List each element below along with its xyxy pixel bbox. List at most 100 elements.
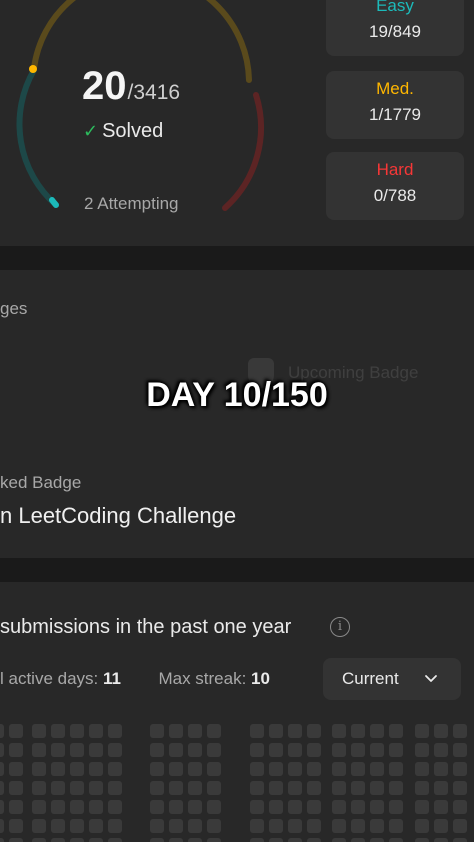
- heatmap-cell[interactable]: [108, 762, 122, 776]
- heatmap-cell[interactable]: [0, 781, 4, 795]
- year-select[interactable]: Current: [323, 658, 461, 700]
- heatmap-cell[interactable]: [389, 743, 403, 757]
- heatmap-cell[interactable]: [51, 819, 65, 833]
- heatmap-cell[interactable]: [150, 724, 164, 738]
- heatmap-cell[interactable]: [307, 838, 321, 842]
- heatmap-cell[interactable]: [250, 819, 264, 833]
- heatmap-cell[interactable]: [307, 781, 321, 795]
- heatmap-cell[interactable]: [0, 724, 4, 738]
- heatmap-cell[interactable]: [188, 838, 202, 842]
- heatmap-cell[interactable]: [0, 743, 4, 757]
- heatmap-cell[interactable]: [89, 724, 103, 738]
- heatmap-cell[interactable]: [207, 724, 221, 738]
- heatmap-cell[interactable]: [70, 743, 84, 757]
- heatmap-cell[interactable]: [288, 743, 302, 757]
- heatmap-cell[interactable]: [169, 743, 183, 757]
- heatmap-cell[interactable]: [250, 838, 264, 842]
- heatmap-cell[interactable]: [288, 781, 302, 795]
- heatmap-cell[interactable]: [207, 819, 221, 833]
- heatmap-cell[interactable]: [9, 743, 23, 757]
- heatmap-cell[interactable]: [70, 800, 84, 814]
- heatmap-cell[interactable]: [269, 743, 283, 757]
- heatmap-cell[interactable]: [453, 781, 467, 795]
- heatmap-cell[interactable]: [307, 800, 321, 814]
- heatmap-cell[interactable]: [415, 743, 429, 757]
- heatmap-cell[interactable]: [453, 743, 467, 757]
- heatmap-cell[interactable]: [70, 762, 84, 776]
- difficulty-hard[interactable]: Hard 0/788: [326, 152, 464, 220]
- heatmap-cell[interactable]: [351, 762, 365, 776]
- heatmap-cell[interactable]: [332, 838, 346, 842]
- heatmap-cell[interactable]: [351, 838, 365, 842]
- heatmap-cell[interactable]: [269, 762, 283, 776]
- heatmap-cell[interactable]: [169, 762, 183, 776]
- heatmap-cell[interactable]: [434, 800, 448, 814]
- heatmap-cell[interactable]: [415, 762, 429, 776]
- heatmap-cell[interactable]: [0, 819, 4, 833]
- heatmap-cell[interactable]: [150, 819, 164, 833]
- heatmap-cell[interactable]: [370, 819, 384, 833]
- heatmap-cell[interactable]: [269, 724, 283, 738]
- heatmap-cell[interactable]: [0, 800, 4, 814]
- heatmap-cell[interactable]: [70, 838, 84, 842]
- challenge-name[interactable]: n LeetCoding Challenge: [0, 503, 236, 529]
- heatmap-cell[interactable]: [207, 838, 221, 842]
- heatmap-cell[interactable]: [150, 838, 164, 842]
- heatmap-cell[interactable]: [207, 781, 221, 795]
- heatmap-cell[interactable]: [453, 762, 467, 776]
- heatmap-cell[interactable]: [89, 819, 103, 833]
- heatmap-cell[interactable]: [108, 800, 122, 814]
- heatmap-cell[interactable]: [89, 762, 103, 776]
- heatmap-cell[interactable]: [332, 762, 346, 776]
- heatmap-cell[interactable]: [434, 743, 448, 757]
- heatmap-cell[interactable]: [51, 838, 65, 842]
- heatmap-cell[interactable]: [389, 781, 403, 795]
- heatmap-cell[interactable]: [434, 762, 448, 776]
- heatmap-cell[interactable]: [307, 743, 321, 757]
- heatmap-cell[interactable]: [269, 781, 283, 795]
- heatmap-cell[interactable]: [370, 743, 384, 757]
- heatmap-cell[interactable]: [51, 781, 65, 795]
- heatmap-cell[interactable]: [332, 800, 346, 814]
- heatmap-cell[interactable]: [51, 762, 65, 776]
- heatmap-cell[interactable]: [108, 724, 122, 738]
- heatmap-cell[interactable]: [108, 819, 122, 833]
- heatmap-cell[interactable]: [288, 838, 302, 842]
- heatmap-cell[interactable]: [415, 781, 429, 795]
- heatmap-cell[interactable]: [453, 838, 467, 842]
- difficulty-medium[interactable]: Med. 1/1779: [326, 71, 464, 139]
- heatmap-cell[interactable]: [307, 724, 321, 738]
- heatmap-cell[interactable]: [269, 838, 283, 842]
- heatmap-cell[interactable]: [389, 762, 403, 776]
- heatmap-cell[interactable]: [188, 800, 202, 814]
- heatmap-cell[interactable]: [150, 743, 164, 757]
- heatmap-cell[interactable]: [207, 800, 221, 814]
- heatmap-cell[interactable]: [108, 781, 122, 795]
- heatmap-cell[interactable]: [89, 743, 103, 757]
- heatmap-cell[interactable]: [351, 800, 365, 814]
- heatmap-cell[interactable]: [370, 800, 384, 814]
- heatmap-cell[interactable]: [434, 819, 448, 833]
- heatmap-cell[interactable]: [351, 781, 365, 795]
- heatmap-cell[interactable]: [288, 724, 302, 738]
- heatmap-cell[interactable]: [9, 781, 23, 795]
- heatmap-cell[interactable]: [307, 819, 321, 833]
- heatmap-cell[interactable]: [269, 800, 283, 814]
- heatmap-cell[interactable]: [434, 781, 448, 795]
- heatmap-cell[interactable]: [250, 724, 264, 738]
- heatmap-cell[interactable]: [453, 800, 467, 814]
- heatmap-cell[interactable]: [188, 781, 202, 795]
- heatmap-cell[interactable]: [150, 762, 164, 776]
- heatmap-cell[interactable]: [250, 781, 264, 795]
- heatmap-cell[interactable]: [250, 762, 264, 776]
- heatmap-cell[interactable]: [51, 800, 65, 814]
- heatmap-cell[interactable]: [207, 743, 221, 757]
- heatmap-cell[interactable]: [188, 762, 202, 776]
- heatmap-cell[interactable]: [169, 781, 183, 795]
- heatmap-cell[interactable]: [288, 762, 302, 776]
- heatmap-cell[interactable]: [32, 743, 46, 757]
- heatmap-cell[interactable]: [250, 800, 264, 814]
- heatmap-cell[interactable]: [389, 800, 403, 814]
- heatmap-cell[interactable]: [351, 819, 365, 833]
- heatmap-cell[interactable]: [332, 724, 346, 738]
